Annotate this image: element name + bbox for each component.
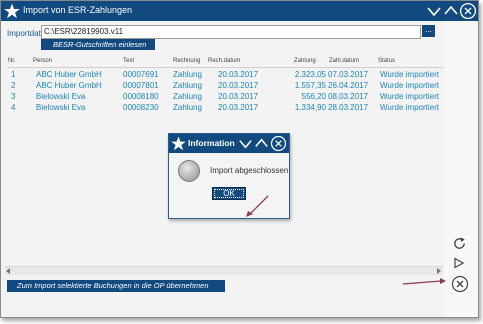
title-bar: Import von ESR-Zahlungen <box>1 1 478 21</box>
cell-invoice-date: 20.03.2017 <box>218 81 259 90</box>
cell-person: ABC Huber GmbH <box>36 81 102 90</box>
cell-invoice: Zahlung <box>173 103 202 112</box>
close-icon[interactable] <box>459 2 477 20</box>
table-row[interactable]: 3 Bielowski Eva 00008180 Zahlung 20.03.2… <box>7 92 443 103</box>
column-header[interactable]: Zahl.datum <box>329 58 359 64</box>
cell-status: Wurde importiert <box>380 103 439 112</box>
play-icon[interactable] <box>453 257 465 269</box>
table-row[interactable]: 4 Bielowski Eva 00008230 Zahlung 20.03.2… <box>7 103 443 114</box>
chevron-up-icon[interactable] <box>442 2 460 20</box>
refresh-icon[interactable] <box>452 236 467 251</box>
import-path-input[interactable]: C:\ESR\22819903.v11 <box>41 25 421 39</box>
dialog-title-bar: Information <box>169 134 289 153</box>
close-icon[interactable] <box>270 135 287 152</box>
star-icon <box>4 3 20 19</box>
ok-button[interactable]: OK <box>212 187 246 200</box>
column-header[interactable]: Nr. <box>8 58 16 64</box>
cell-text: 00008230 <box>123 103 159 112</box>
column-header[interactable]: Text <box>123 58 134 64</box>
besr-read-button[interactable]: BESR-Gutschriften einlesen <box>41 39 155 50</box>
cell-payment-date: 08.03.2017 <box>328 92 369 101</box>
star-icon <box>171 136 186 151</box>
cell-invoice-date: 20.03.2017 <box>218 92 259 101</box>
cell-payment-date: 28.03.2017 <box>328 103 369 112</box>
cell-payment-date: 26.04.2017 <box>328 81 369 90</box>
cell-amount: 1.557,35 <box>294 81 326 90</box>
cell-amount: 1.334,90 <box>294 103 326 112</box>
table-row[interactable]: 1 ABC Huber GmbH 00007691 Zahlung 20.03.… <box>7 70 443 81</box>
cell-text: 00007801 <box>123 81 159 90</box>
info-icon <box>178 160 200 182</box>
cell-person: Bielowski Eva <box>36 103 86 112</box>
chevron-down-icon[interactable] <box>237 135 254 152</box>
browse-button[interactable]: ... <box>422 25 435 37</box>
scroll-right-icon[interactable] <box>437 268 441 274</box>
cell-person: Bielowski Eva <box>36 92 86 101</box>
cell-status: Wurde importiert <box>380 70 439 79</box>
cell-payment-date: 07.03.2017 <box>328 70 369 79</box>
dialog-title: Information <box>188 138 235 148</box>
cell-invoice: Zahlung <box>173 92 202 101</box>
column-header[interactable]: Zahlung <box>294 58 316 64</box>
chevron-up-icon[interactable] <box>253 135 270 152</box>
cell-person: ABC Huber GmbH <box>36 70 102 79</box>
cell-text: 00008180 <box>123 92 159 101</box>
column-header[interactable]: Person <box>33 58 52 64</box>
header-divider <box>7 67 443 68</box>
chevron-down-icon[interactable] <box>425 2 443 20</box>
information-dialog: Information Import abgeschlossen OK <box>168 133 290 219</box>
window-title: Import von ESR-Zahlungen <box>23 5 133 15</box>
horizontal-scrollbar[interactable] <box>5 266 443 275</box>
cell-nr: 4 <box>11 103 16 112</box>
cell-amount: 2.323,05 <box>294 70 326 79</box>
cell-status: Wurde importiert <box>380 92 439 101</box>
cell-invoice-date: 20.03.2017 <box>218 103 259 112</box>
take-over-button[interactable]: Zum Import selektierte Buchungen in die … <box>7 280 225 292</box>
table-row[interactable]: 2 ABC Huber GmbH 00007801 Zahlung 20.03.… <box>7 81 443 92</box>
cell-nr: 2 <box>11 81 16 90</box>
cell-invoice: Zahlung <box>173 70 202 79</box>
cell-invoice: Zahlung <box>173 81 202 90</box>
cell-invoice-date: 20.03.2017 <box>218 70 259 79</box>
cell-amount: 556,20 <box>301 92 326 101</box>
scroll-left-icon[interactable] <box>6 268 10 274</box>
dialog-message: Import abgeschlossen <box>210 166 289 175</box>
side-toolbar <box>445 21 478 317</box>
close-circle-icon[interactable] <box>451 275 469 293</box>
column-header[interactable]: Rech.datum <box>208 58 240 64</box>
cell-text: 00007691 <box>123 70 159 79</box>
cell-nr: 3 <box>11 92 16 101</box>
import-file-label: Importdat <box>7 29 41 38</box>
cell-nr: 1 <box>11 70 16 79</box>
cell-status: Wurde importiert <box>380 81 439 90</box>
column-header[interactable]: Status <box>378 58 395 64</box>
column-header[interactable]: Rechnung <box>173 58 200 64</box>
